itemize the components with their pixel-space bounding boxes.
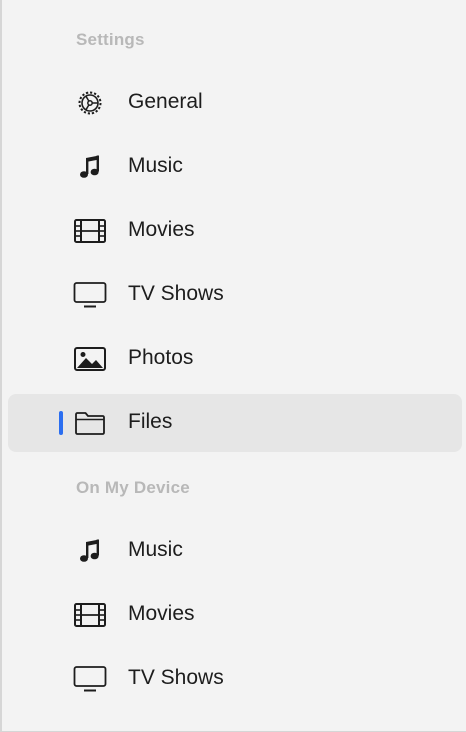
photo-icon: [72, 344, 108, 374]
music-note-icon: [72, 152, 108, 182]
sidebar-item-general[interactable]: General: [8, 74, 462, 132]
film-icon: [72, 600, 108, 630]
tv-icon: [72, 280, 108, 310]
sidebar-item-music[interactable]: Music: [8, 138, 462, 196]
sidebar-item-movies[interactable]: Movies: [8, 202, 462, 260]
folder-icon: [72, 408, 108, 438]
sidebar-item-label: Movies: [128, 218, 195, 241]
sidebar-item-device-tv-shows[interactable]: TV Shows: [8, 650, 462, 708]
tv-icon: [72, 664, 108, 694]
sidebar-item-tv-shows[interactable]: TV Shows: [8, 266, 462, 324]
section-header-settings: Settings: [76, 30, 145, 49]
sidebar-item-label: Music: [128, 154, 183, 177]
section-header-on-my-device: On My Device: [76, 478, 190, 497]
film-icon: [72, 216, 108, 246]
sidebar-item-photos[interactable]: Photos: [8, 330, 462, 388]
sidebar-item-label: Music: [128, 538, 183, 561]
music-note-icon: [72, 536, 108, 566]
sidebar-item-device-music[interactable]: Music: [8, 522, 462, 580]
sidebar-item-label: General: [128, 90, 203, 113]
sidebar: Settings General Music Movies TV Shows P…: [0, 0, 466, 732]
sidebar-item-label: TV Shows: [128, 666, 224, 689]
sidebar-item-label: Files: [128, 410, 173, 433]
selection-indicator: [59, 411, 63, 435]
sidebar-item-label: Movies: [128, 602, 195, 625]
sidebar-item-files[interactable]: Files: [8, 394, 462, 452]
gear-icon: [72, 88, 108, 118]
sidebar-item-device-movies[interactable]: Movies: [8, 586, 462, 644]
sidebar-item-label: TV Shows: [128, 282, 224, 305]
sidebar-item-label: Photos: [128, 346, 194, 369]
